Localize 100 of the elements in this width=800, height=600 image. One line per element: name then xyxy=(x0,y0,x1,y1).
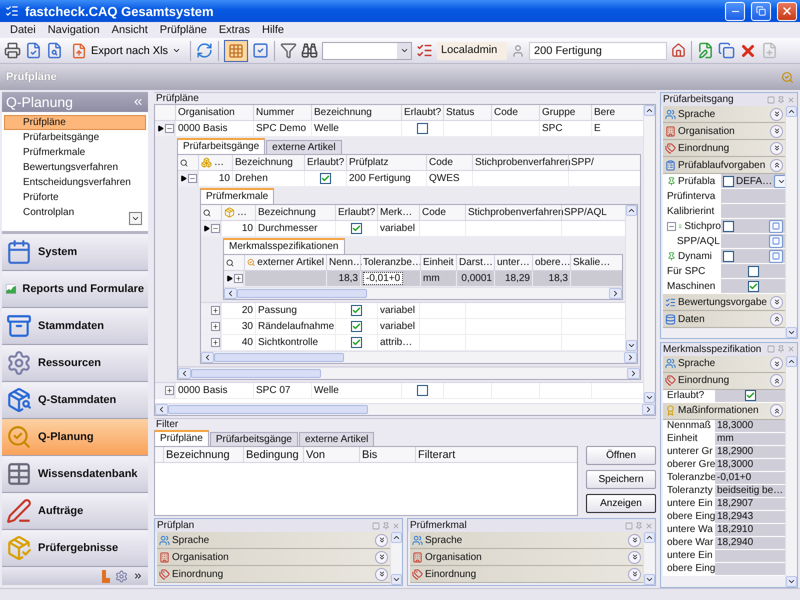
section-header[interactable]: Organisation xyxy=(410,549,643,566)
scroll-up-button[interactable] xyxy=(786,106,797,117)
tab[interactable]: Prüfarbeitsgänge xyxy=(177,138,266,154)
column-header[interactable]: Bezeichnung xyxy=(163,447,243,462)
column-header[interactable]: Erlaubt? xyxy=(304,155,346,170)
checked-grid-icon[interactable] xyxy=(252,42,270,59)
scroll-thumb[interactable] xyxy=(237,289,367,298)
dropdown-button[interactable] xyxy=(774,174,785,188)
column-header[interactable]: Skalie… xyxy=(570,255,622,270)
checkbox[interactable] xyxy=(744,390,756,401)
tab[interactable]: Prüfmerkmale xyxy=(200,188,274,204)
table-row[interactable]: 40 Sichtkontrolle attrib… xyxy=(201,335,625,351)
menu-item[interactable]: Prüfpläne xyxy=(154,24,213,36)
expand-button[interactable] xyxy=(628,534,641,546)
expand-button[interactable] xyxy=(770,404,783,417)
section-header[interactable]: Sprache xyxy=(157,532,390,549)
row-header[interactable] xyxy=(224,271,244,286)
column-header[interactable]: Erlaubt? xyxy=(335,205,377,220)
column-header[interactable]: Code xyxy=(419,205,465,220)
checkbox[interactable] xyxy=(320,173,331,184)
collapse-icon[interactable] xyxy=(132,96,144,108)
column-header[interactable]: Nummer xyxy=(253,105,311,120)
scroll-down-button[interactable] xyxy=(644,392,655,403)
column-header[interactable]: obere… xyxy=(532,255,570,270)
scroll-right-button[interactable] xyxy=(624,352,637,363)
section-header[interactable]: Sprache xyxy=(663,356,785,372)
tab[interactable]: externe Artikel xyxy=(298,432,374,446)
scroll-thumb[interactable] xyxy=(191,369,321,378)
column-header[interactable]: Organisation xyxy=(175,105,253,120)
expand-toggle[interactable] xyxy=(188,174,197,183)
nav-item[interactable]: Prüfpläne xyxy=(4,115,146,130)
table-row[interactable]: 0000 Basis SPC 07 Welle xyxy=(155,383,643,399)
table-row[interactable]: 10 Drehen 200 Fertigung QWES xyxy=(178,171,640,187)
scroll-down-button[interactable] xyxy=(129,212,142,225)
checklist-icon[interactable] xyxy=(416,42,434,59)
column-header[interactable]: Darst… xyxy=(456,255,494,270)
section-header[interactable]: Maßinformationen xyxy=(663,402,785,420)
checkbox[interactable] xyxy=(417,123,428,134)
scroll-up-button[interactable] xyxy=(626,205,637,216)
module-button[interactable]: Prüfergebnisse xyxy=(2,530,148,567)
expand-button[interactable] xyxy=(770,108,783,120)
scroll-left-button[interactable] xyxy=(201,352,214,363)
checkbox[interactable] xyxy=(351,337,362,348)
section-header[interactable]: Prüfablaufvorgaben xyxy=(663,157,785,174)
column-header[interactable]: Gruppe xyxy=(539,105,591,120)
module-button[interactable]: Ressourcen xyxy=(2,345,148,382)
restore-button[interactable] xyxy=(751,2,771,20)
column-header[interactable]: unter… xyxy=(494,255,532,270)
chevrons-icon[interactable] xyxy=(133,571,143,581)
table-row[interactable]: 18,3 -0,01+0 mm 0,0001 18,29 18,3 xyxy=(224,271,622,287)
minimize-button[interactable] xyxy=(725,2,745,20)
column-header[interactable]: Prüfplatz xyxy=(346,155,426,170)
house-icon[interactable] xyxy=(671,43,686,58)
column-header[interactable]: Von xyxy=(303,447,359,462)
section-header[interactable]: Sprache xyxy=(410,532,643,549)
push-button[interactable]: Öffnen xyxy=(586,446,656,465)
horizontal-scrollbar[interactable] xyxy=(155,403,655,415)
row-header[interactable] xyxy=(178,171,198,186)
scroll-down-button[interactable] xyxy=(626,340,637,351)
column-header[interactable]: Bezeichnung xyxy=(232,155,304,170)
search-icon[interactable] xyxy=(203,208,211,216)
column-header[interactable]: Code xyxy=(426,155,472,170)
row-header[interactable] xyxy=(201,221,221,236)
expand-button[interactable] xyxy=(770,296,783,308)
section-header[interactable]: Einordnung xyxy=(410,566,643,583)
module-button[interactable]: Wissensdatenbank xyxy=(2,456,148,493)
expand-button[interactable] xyxy=(770,142,783,154)
vertical-scrollbar[interactable] xyxy=(643,532,655,585)
table-row[interactable]: 10 Durchmesser variabel xyxy=(201,221,625,237)
checkbox[interactable] xyxy=(417,385,428,396)
column-header[interactable]: … xyxy=(198,155,232,170)
section-header[interactable]: Bewertungsvorgabe xyxy=(663,294,785,311)
tab[interactable]: Merkmalsspezifikationen xyxy=(223,238,344,254)
table-row[interactable]: 0000 Basis SPC Demo Welle SPC E xyxy=(155,121,643,137)
grid-view-button[interactable] xyxy=(224,40,248,62)
expand-toggle[interactable] xyxy=(211,306,220,315)
column-header[interactable]: Bedingung xyxy=(243,447,303,462)
expand-toggle[interactable] xyxy=(234,274,243,283)
scroll-up-button[interactable] xyxy=(786,356,797,366)
nav-item[interactable]: Controlplan xyxy=(4,205,146,220)
column-header[interactable]: Bis xyxy=(359,447,415,462)
checkbox[interactable] xyxy=(351,305,362,316)
column-header[interactable]: Filterart xyxy=(415,447,577,462)
nav-item[interactable]: Prüforte xyxy=(4,190,146,205)
row-header[interactable] xyxy=(155,121,175,136)
checkbox[interactable] xyxy=(351,223,362,234)
expand-button[interactable] xyxy=(770,124,783,138)
module-button[interactable]: Aufträge xyxy=(2,493,148,530)
scroll-up-button[interactable] xyxy=(391,532,402,543)
column-header[interactable]: SPP/ xyxy=(568,155,640,170)
expand-button[interactable] xyxy=(375,550,388,564)
close-button[interactable] xyxy=(777,2,797,20)
vertical-scrollbar[interactable] xyxy=(643,105,655,403)
expand-toggle[interactable] xyxy=(211,322,220,331)
search-icon[interactable] xyxy=(226,258,234,266)
cell-editor[interactable]: -0,01+0 xyxy=(363,272,404,285)
expand-toggle[interactable] xyxy=(211,338,220,347)
scroll-down-button[interactable] xyxy=(786,326,797,338)
nav-item[interactable]: Prüfarbeitsgänge xyxy=(4,130,146,145)
module-button[interactable]: System xyxy=(2,234,148,271)
